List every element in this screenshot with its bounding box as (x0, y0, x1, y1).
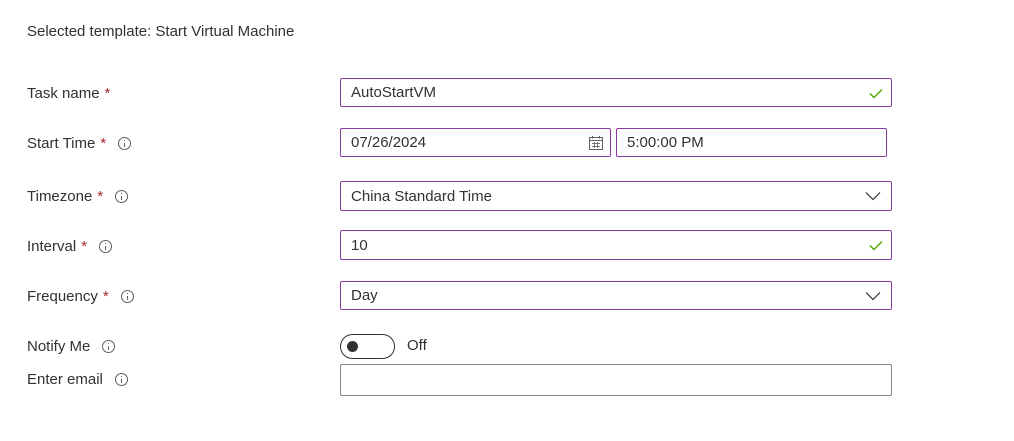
start-time-label-text: Start Time (27, 134, 96, 152)
interval-label: Interval * (27, 236, 113, 256)
email-label: Enter email (27, 369, 128, 389)
start-time-input[interactable]: 5:00:00 PM (616, 128, 887, 157)
task-name-input[interactable]: AutoStartVM (340, 78, 892, 107)
required-asterisk: * (104, 84, 111, 102)
start-date-value: 07/26/2024 (351, 134, 427, 151)
task-name-label: Task name * (27, 83, 110, 103)
required-asterisk: * (97, 187, 104, 205)
info-icon[interactable] (99, 239, 113, 253)
info-icon[interactable] (102, 339, 116, 353)
timezone-label: Timezone * (27, 186, 129, 206)
notify-me-label: Notify Me (27, 336, 116, 356)
info-icon[interactable] (120, 289, 134, 303)
notify-me-state-text: Off (407, 337, 427, 354)
timezone-dropdown[interactable]: China Standard Time (340, 181, 892, 211)
timezone-label-text: Timezone (27, 187, 93, 205)
start-time-label: Start Time * (27, 133, 132, 153)
timezone-value: China Standard Time (351, 187, 492, 205)
required-asterisk: * (100, 134, 107, 152)
checkmark-icon (869, 241, 883, 251)
frequency-label-text: Frequency (27, 287, 98, 305)
selected-template-text: Selected template: Start Virtual Machine (27, 23, 295, 40)
info-icon[interactable] (114, 372, 128, 386)
chevron-down-icon (865, 192, 881, 201)
notify-me-toggle[interactable] (340, 334, 395, 359)
required-asterisk: * (81, 237, 88, 255)
start-time-value: 5:00:00 PM (627, 134, 704, 151)
frequency-dropdown[interactable]: Day (340, 281, 892, 310)
interval-value: 10 (351, 236, 368, 254)
toggle-knob (347, 341, 358, 352)
info-icon[interactable] (118, 136, 132, 150)
frequency-label: Frequency * (27, 286, 134, 306)
chevron-down-icon (865, 291, 881, 300)
info-icon[interactable] (115, 189, 129, 203)
task-name-value: AutoStartVM (351, 84, 437, 101)
required-asterisk: * (102, 287, 109, 305)
calendar-icon[interactable] (588, 135, 604, 151)
interval-label-text: Interval (27, 237, 77, 255)
task-name-label-text: Task name (27, 84, 100, 102)
email-label-text: Enter email (27, 370, 103, 388)
email-input[interactable] (340, 364, 892, 396)
frequency-value: Day (351, 287, 378, 304)
start-date-input[interactable]: 07/26/2024 (340, 128, 611, 157)
checkmark-icon (869, 88, 883, 98)
notify-me-label-text: Notify Me (27, 337, 91, 355)
interval-input[interactable]: 10 (340, 230, 892, 260)
